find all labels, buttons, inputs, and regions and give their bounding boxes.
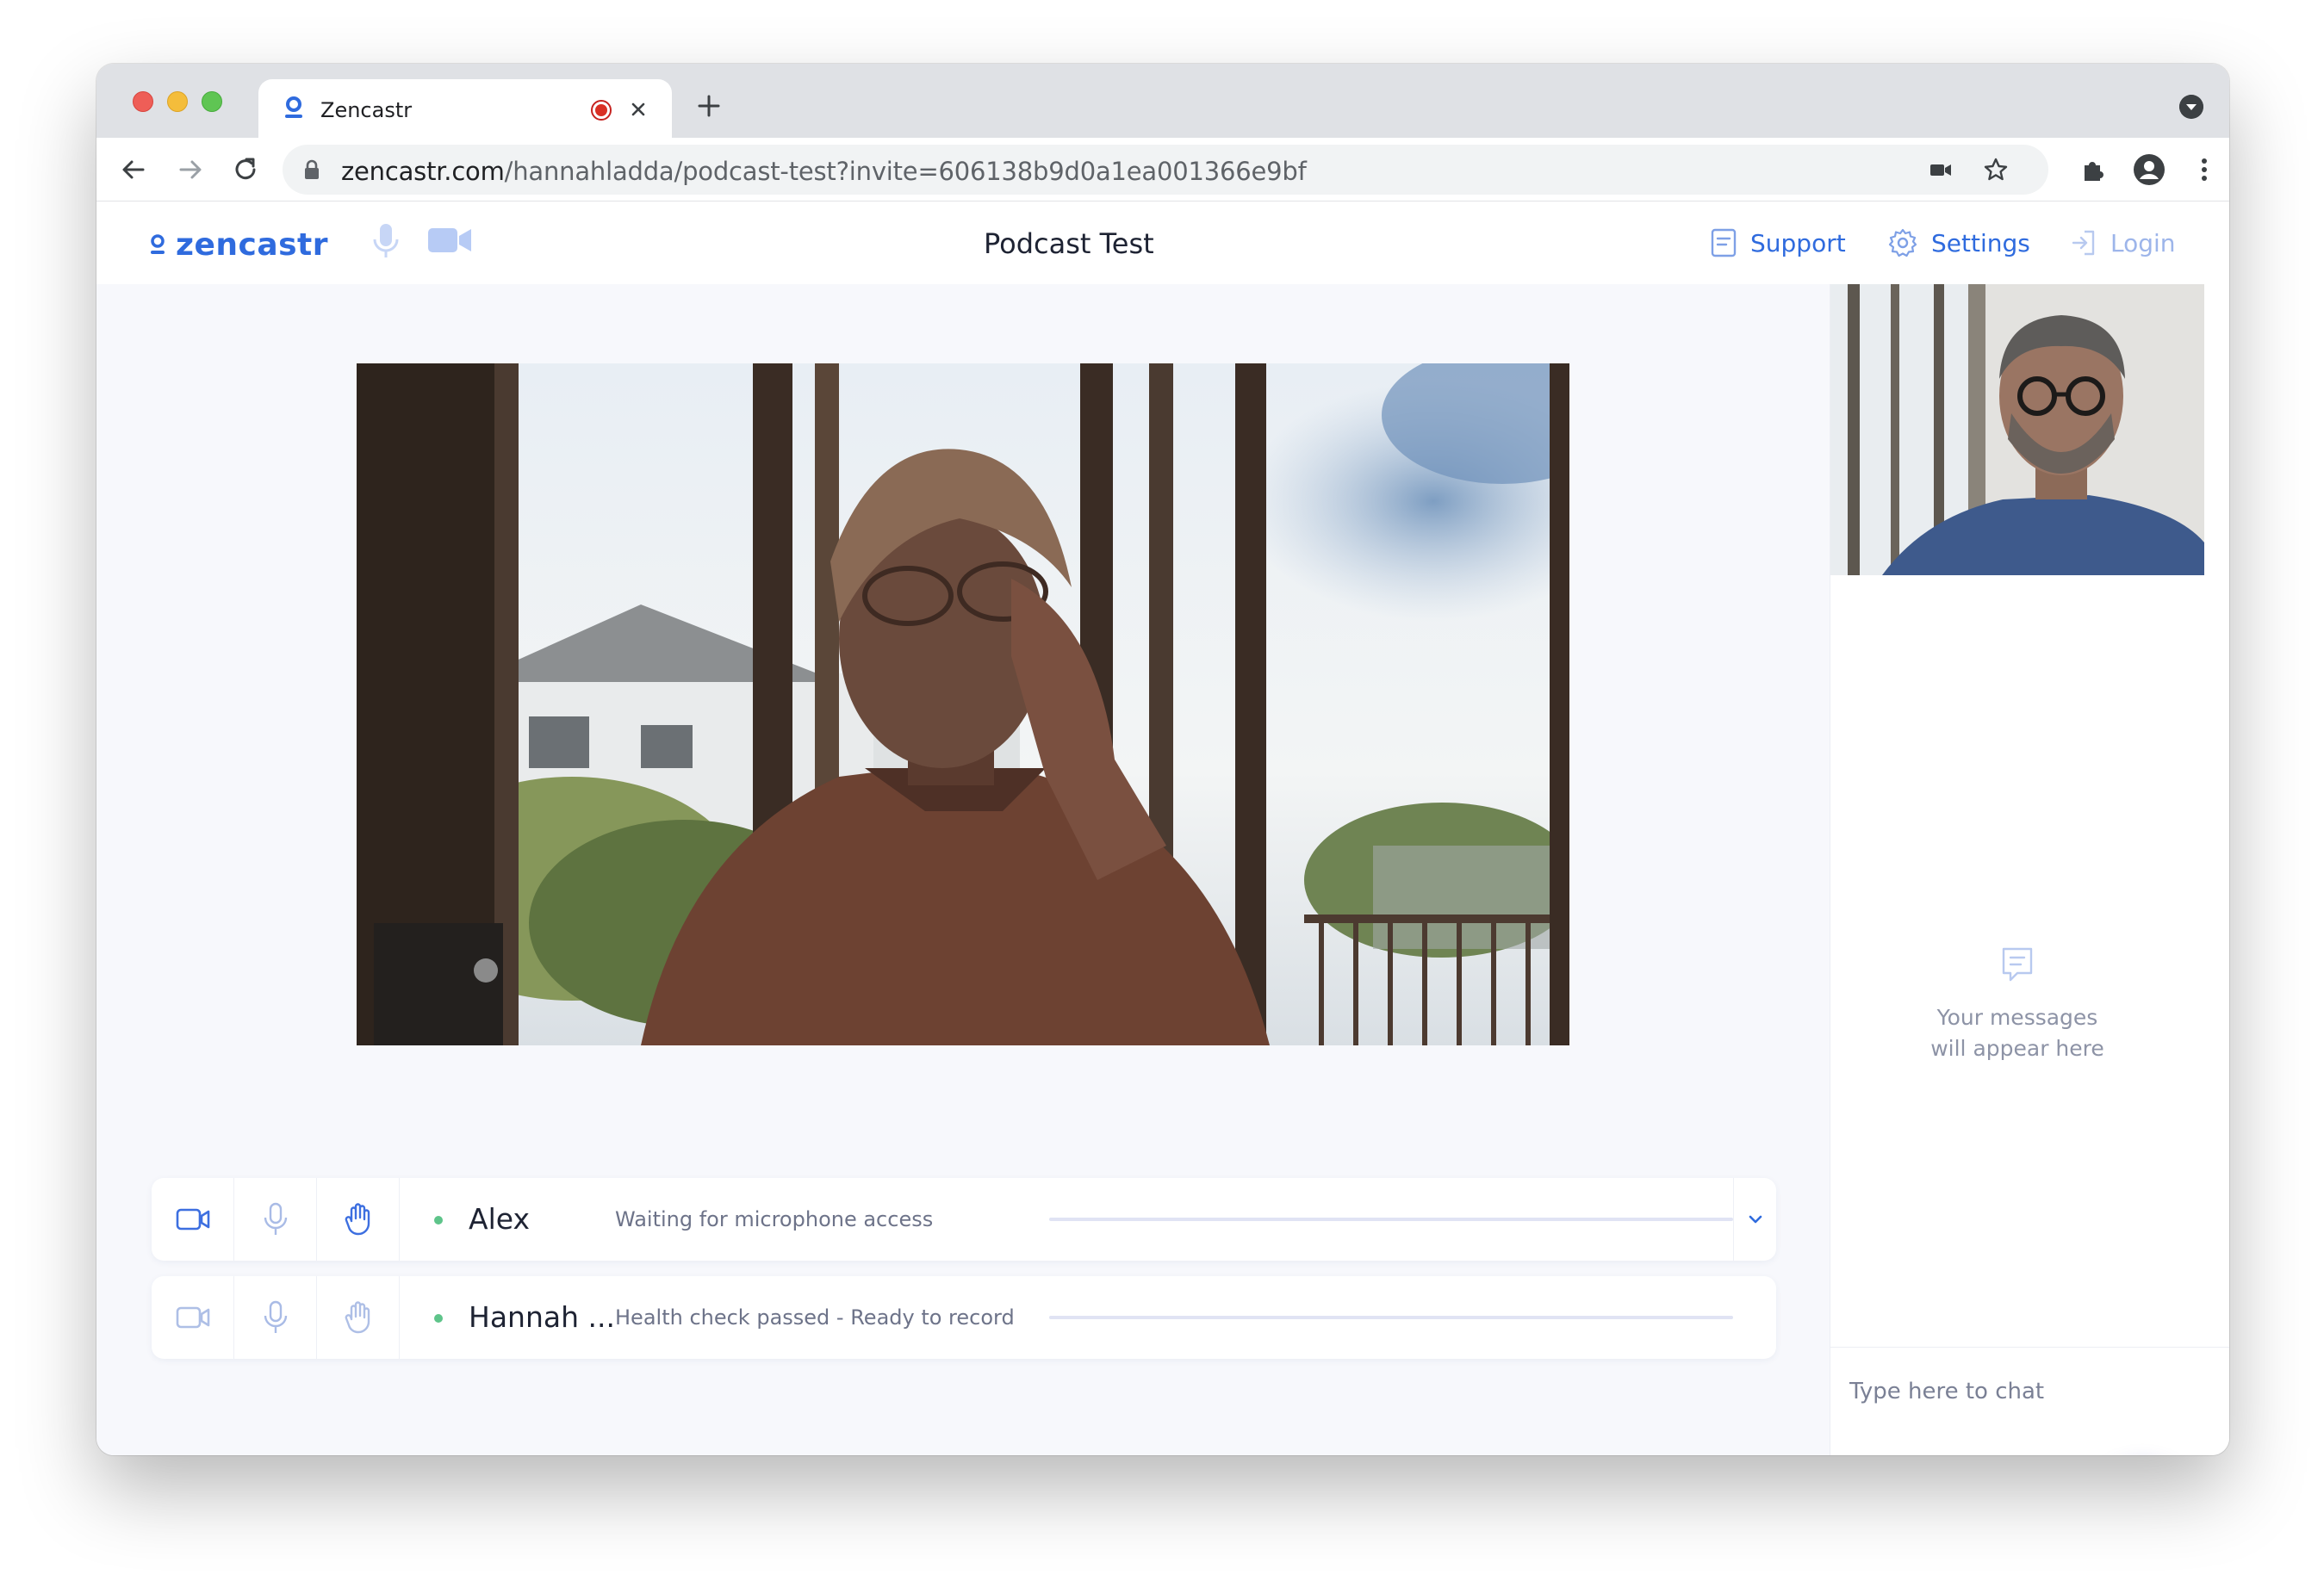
maximize-window-button[interactable]	[202, 91, 222, 112]
track-microphone-toggle[interactable]	[234, 1178, 317, 1261]
camera-in-use-icon[interactable]	[1928, 157, 1954, 183]
chat-sidebar: Your messages will appear here	[1830, 284, 2229, 1455]
online-status-dot	[434, 1314, 443, 1323]
minimize-window-button[interactable]	[167, 91, 188, 112]
browser-toolbar: zencastr.com/hannahladda/podcast-test?in…	[96, 138, 2229, 202]
participant-status: Health check passed - Ready to record	[615, 1305, 1015, 1330]
zencastr-favicon-icon	[285, 96, 302, 118]
zencastr-logo[interactable]: zencastr	[148, 226, 329, 263]
zencastr-logo-icon	[151, 234, 165, 254]
chat-input[interactable]	[1848, 1370, 2063, 1413]
gear-icon	[1888, 228, 1917, 257]
track-raise-hand-button[interactable]	[317, 1178, 400, 1261]
empty-message-line-2: will appear here	[1930, 1036, 2104, 1061]
url-host: zencastr.com	[341, 157, 505, 186]
logo-text: zencastr	[176, 226, 329, 263]
url-text: zencastr.com/hannahladda/podcast-test?in…	[341, 157, 1307, 186]
audio-level-meter	[1049, 1218, 1733, 1221]
chat-input-area	[1830, 1347, 2229, 1455]
new-tab-icon[interactable]	[696, 93, 722, 119]
browser-menu-icon[interactable]	[2188, 153, 2221, 186]
self-video-image	[1830, 284, 2204, 575]
track-row: Hannah ... Health check passed - Ready t…	[152, 1276, 1776, 1359]
self-video-feed	[1830, 284, 2204, 575]
recording-stage: Alex Waiting for microphone access Hanna…	[96, 284, 1830, 1455]
login-label: Login	[2110, 228, 2176, 257]
chat-empty-state: Your messages will appear here	[1830, 946, 2204, 1064]
recording-indicator-icon	[591, 100, 612, 121]
camera-icon	[176, 1208, 209, 1231]
track-microphone-toggle[interactable]	[234, 1276, 317, 1359]
tab-title: Zencastr	[320, 98, 413, 122]
lock-icon	[305, 159, 319, 179]
expand-track-button[interactable]	[1733, 1178, 1776, 1261]
support-label: Support	[1750, 228, 1846, 257]
track-camera-toggle[interactable]	[152, 1178, 234, 1261]
chevron-down-icon	[1749, 1215, 1762, 1224]
guest-video-image	[357, 363, 1569, 1045]
settings-link[interactable]: Settings	[1888, 226, 2030, 260]
settings-label: Settings	[1931, 228, 2030, 257]
back-icon[interactable]	[119, 155, 148, 184]
track-row: Alex Waiting for microphone access	[152, 1178, 1776, 1261]
support-link[interactable]: Support	[1711, 226, 1846, 260]
bookmark-star-icon[interactable]	[1983, 157, 2009, 183]
forward-icon[interactable]	[176, 155, 205, 184]
microphone-icon	[264, 1300, 287, 1333]
login-link[interactable]: Login	[2071, 226, 2176, 260]
raise-hand-icon	[345, 1301, 370, 1334]
url-path: /hannahladda/podcast-test?invite=606138b…	[504, 157, 1307, 186]
microphone-icon[interactable]	[370, 222, 401, 260]
camera-icon[interactable]	[427, 226, 472, 255]
browser-titlebar: Zencastr	[96, 64, 2229, 138]
participant-status: Waiting for microphone access	[615, 1207, 934, 1231]
online-status-dot	[434, 1216, 443, 1224]
tab-search-icon[interactable]	[2179, 95, 2203, 119]
app-header: zencastr Podcast Test Support Settings L…	[96, 202, 2229, 284]
close-window-button[interactable]	[133, 91, 153, 112]
camera-icon	[176, 1306, 209, 1329]
browser-window: Zencastr zencastr.com/hannahladda/podcas…	[96, 64, 2229, 1455]
extensions-icon[interactable]	[2078, 153, 2110, 186]
tab-close-icon[interactable]	[627, 98, 649, 121]
participant-name: Hannah ...	[469, 1300, 615, 1334]
track-raise-hand-button[interactable]	[317, 1276, 400, 1359]
browser-tab[interactable]: Zencastr	[258, 79, 672, 138]
empty-message-line-1: Your messages	[1936, 1005, 2098, 1030]
audio-level-meter	[1049, 1316, 1733, 1319]
chat-message-icon	[2002, 947, 2033, 982]
track-camera-toggle[interactable]	[152, 1276, 234, 1359]
page-title: Podcast Test	[984, 227, 1154, 260]
raise-hand-icon	[345, 1203, 370, 1236]
profile-avatar-icon[interactable]	[2133, 153, 2166, 186]
login-icon	[2072, 230, 2095, 256]
zencastr-app: zencastr Podcast Test Support Settings L…	[96, 202, 2229, 1455]
main-video-feed	[357, 363, 1569, 1045]
reload-icon[interactable]	[231, 155, 260, 184]
address-bar[interactable]: zencastr.com/hannahladda/podcast-test?in…	[283, 145, 2048, 195]
support-icon	[1711, 228, 1737, 257]
microphone-icon	[264, 1202, 287, 1235]
participant-name: Alex	[469, 1202, 530, 1236]
